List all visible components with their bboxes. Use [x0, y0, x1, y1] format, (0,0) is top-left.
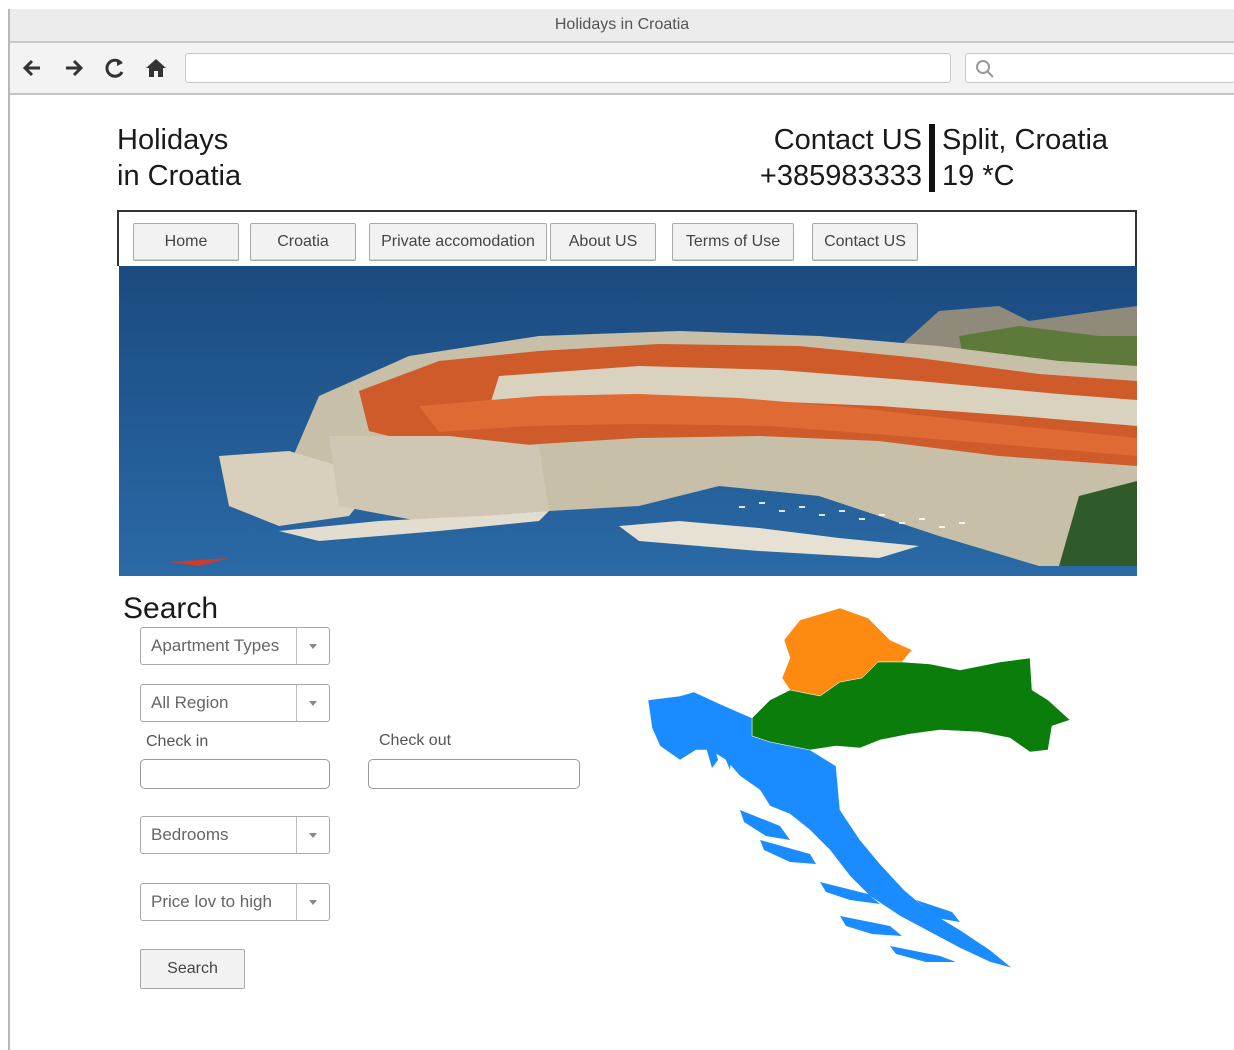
back-arrow-icon[interactable]: [20, 55, 46, 81]
croatia-map: [647, 607, 1071, 969]
nav-croatia-button[interactable]: Croatia: [250, 223, 356, 261]
check-out-label: Check out: [379, 732, 452, 749]
home-icon[interactable]: [143, 55, 169, 81]
contact-label: Contact US: [773, 124, 922, 156]
croatia-region-map[interactable]: [640, 600, 1080, 980]
contact-info: Contact US +385983333: [760, 122, 922, 194]
region-select[interactable]: All Region: [140, 684, 330, 722]
site-title: Holidays in Croatia: [117, 122, 241, 194]
check-in-input[interactable]: [140, 759, 330, 789]
address-bar[interactable]: [185, 53, 951, 83]
bedrooms-value: Bedrooms: [151, 825, 229, 844]
chevron-down-icon: [296, 817, 329, 853]
nav-about-us-button[interactable]: About US: [550, 223, 656, 261]
window-title: Holidays in Croatia: [554, 16, 690, 33]
hero-photo: [119, 266, 1137, 576]
nav-terms-of-use-button[interactable]: Terms of Use: [672, 223, 794, 261]
weather-temperature: 19 *C: [942, 160, 1015, 192]
search-heading: Search: [123, 592, 219, 625]
check-in-label: Check in: [146, 733, 209, 750]
price-sort-value: Price lov to high: [151, 892, 272, 911]
reload-icon[interactable]: [102, 55, 128, 81]
browser-search-field[interactable]: [965, 53, 1234, 83]
header-divider: [929, 124, 935, 192]
chevron-down-icon: [296, 685, 329, 721]
contact-phone: +385983333: [759, 160, 922, 192]
main-navigation: Home Croatia Private accomodation About …: [117, 210, 1137, 266]
site-title-line1: Holidays: [117, 124, 229, 156]
hero-image-dubrovnik: [119, 266, 1137, 576]
nav-contact-us-button[interactable]: Contact US: [812, 223, 918, 261]
check-out-input[interactable]: [368, 759, 580, 789]
apartment-types-select[interactable]: Apartment Types: [140, 627, 330, 665]
chevron-down-icon: [296, 628, 329, 664]
apartment-types-value: Apartment Types: [151, 636, 280, 655]
site-title-line2: in Croatia: [117, 160, 242, 192]
weather-city: Split, Croatia: [942, 124, 1109, 156]
price-sort-select[interactable]: Price lov to high: [140, 883, 330, 921]
nav-private-accomodation-button[interactable]: Private accomodation: [369, 223, 547, 261]
bedrooms-select[interactable]: Bedrooms: [140, 816, 330, 854]
nav-home-button[interactable]: Home: [133, 223, 239, 261]
window-title-bar: Holidays in Croatia: [10, 9, 1234, 43]
search-button[interactable]: Search: [140, 949, 245, 989]
browser-toolbar: [10, 43, 1234, 95]
weather-info: Split, Croatia 19 *C: [942, 122, 1108, 194]
forward-arrow-icon[interactable]: [60, 55, 86, 81]
region-value: All Region: [151, 693, 229, 712]
search-icon: [976, 60, 994, 78]
chevron-down-icon: [296, 884, 329, 920]
